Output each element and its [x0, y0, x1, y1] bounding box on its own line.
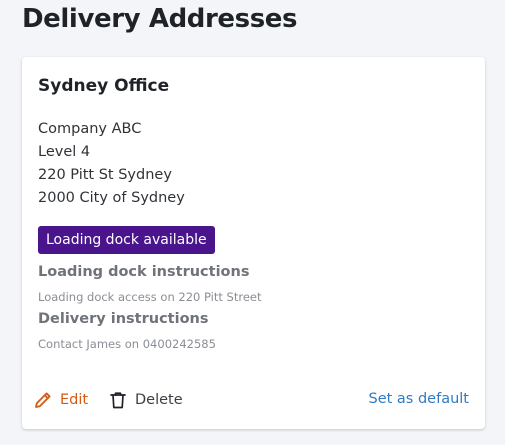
delivery-text: Contact James on 0400242585 [38, 337, 216, 351]
delete-button[interactable]: Delete [108, 388, 183, 412]
edit-label: Edit [60, 392, 89, 408]
loading-dock-text: Loading dock access on 220 Pitt Street [38, 290, 262, 304]
address-block: Company ABC Level 4 220 Pitt St Sydney 2… [38, 118, 185, 210]
loading-dock-badge: Loading dock available [38, 226, 215, 254]
address-line-level: Level 4 [38, 144, 91, 160]
address-line-city: 2000 City of Sydney [38, 190, 185, 206]
loading-dock-heading: Loading dock instructions [38, 264, 250, 280]
set-default-link[interactable]: Set as default [369, 391, 470, 407]
delete-label: Delete [135, 392, 183, 408]
edit-button[interactable]: Edit [33, 388, 88, 412]
address-name: Sydney Office [38, 76, 170, 96]
address-card: Sydney Office Company ABC Level 4 220 Pi… [22, 57, 485, 429]
address-line-street: 220 Pitt St Sydney [38, 167, 172, 183]
page-title: Delivery Addresses [22, 4, 298, 34]
delivery-heading: Delivery instructions [38, 311, 209, 327]
trash-icon [108, 390, 128, 410]
pencil-icon [33, 390, 53, 410]
address-line-company: Company ABC [38, 121, 142, 137]
